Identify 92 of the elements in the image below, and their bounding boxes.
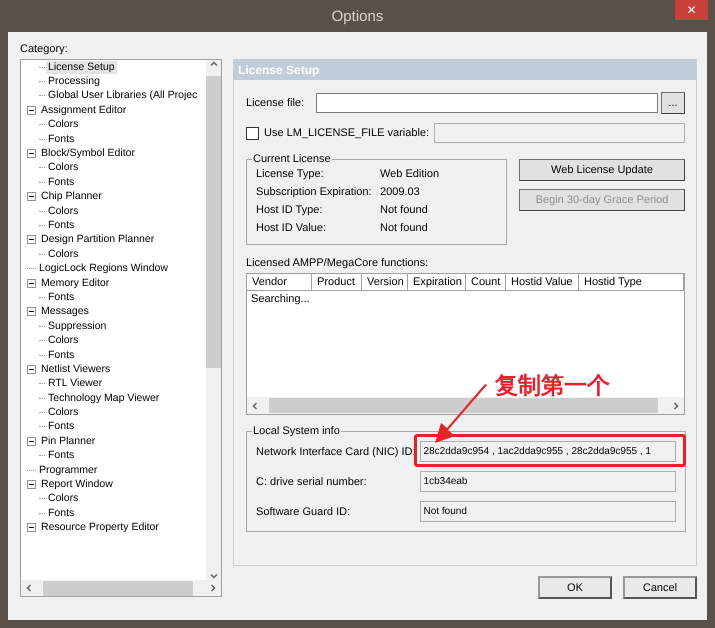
tree-item[interactable]: Fonts bbox=[46, 290, 76, 304]
tree-item[interactable]: Fonts bbox=[46, 218, 76, 232]
column-header[interactable]: Hostid Type bbox=[579, 274, 684, 291]
dialog-button[interactable]: OK bbox=[538, 576, 612, 599]
dialog-button[interactable]: Cancel bbox=[623, 576, 697, 599]
column-header[interactable]: Vendor bbox=[247, 274, 312, 291]
info-label: Host ID Type: bbox=[256, 204, 324, 216]
tree-item[interactable]: Colors bbox=[46, 248, 80, 261]
tree-item[interactable]: Fonts bbox=[46, 420, 76, 434]
vertical-scrollbar[interactable] bbox=[206, 60, 221, 580]
close-button[interactable]: ✕ bbox=[675, 0, 708, 20]
column-header[interactable]: Count bbox=[466, 274, 506, 291]
column-header[interactable]: Product bbox=[312, 274, 362, 291]
table-label: Licensed AMPP/MegaCore functions: bbox=[246, 257, 430, 269]
tree-item[interactable]: Memory Editor bbox=[39, 276, 112, 290]
tree-item[interactable]: Colors bbox=[46, 492, 80, 506]
info-field[interactable]: Not found bbox=[420, 501, 676, 522]
info-value: 2009.03 bbox=[380, 186, 421, 198]
info-value: Not found bbox=[380, 222, 429, 234]
tree-item[interactable]: Netlist Viewers bbox=[39, 362, 112, 376]
tree-item[interactable]: Colors bbox=[46, 204, 80, 218]
category-label: Category: bbox=[20, 42, 69, 57]
panel-title: License Setup bbox=[234, 60, 696, 80]
tree-item[interactable]: Colors bbox=[46, 118, 80, 132]
tree-item[interactable]: Resource Property Editor bbox=[39, 521, 161, 534]
info-label: Host ID Value: bbox=[256, 222, 328, 234]
scroll-right-icon[interactable] bbox=[209, 584, 217, 592]
tree-item[interactable]: Chip Planner bbox=[39, 190, 104, 204]
column-header[interactable]: Expiration bbox=[408, 274, 466, 291]
browse-button[interactable]: ... bbox=[661, 92, 685, 114]
tree-item[interactable]: Fonts bbox=[46, 348, 76, 362]
collapse-icon[interactable] bbox=[27, 149, 36, 158]
info-label: C: drive serial number: bbox=[256, 476, 368, 488]
collapse-icon[interactable] bbox=[27, 480, 36, 490]
checkbox-label: Use LM_LICENSE_FILE variable: bbox=[264, 127, 430, 139]
tree-item[interactable]: LogicLock Regions Window bbox=[37, 262, 170, 276]
tree-item[interactable]: Global User Libraries (All Projec bbox=[46, 89, 200, 102]
info-value: Not found bbox=[380, 204, 429, 216]
info-label: Software Guard ID: bbox=[256, 506, 352, 518]
collapse-icon[interactable] bbox=[27, 307, 36, 316]
license-button[interactable]: Web License Update bbox=[519, 159, 685, 181]
scroll-left-icon[interactable] bbox=[251, 402, 259, 410]
horizontal-scrollbar[interactable] bbox=[247, 397, 684, 414]
tree-item[interactable]: Colors bbox=[46, 406, 80, 420]
horizontal-scrollbar[interactable] bbox=[21, 580, 221, 596]
info-label: License Type: bbox=[256, 168, 325, 180]
tree-item[interactable]: Technology Map Viewer bbox=[46, 392, 162, 405]
info-field[interactable]: 28c2dda9c954 , 1ac2dda9c955 , 28c2dda9c955 , 1 bbox=[420, 441, 676, 462]
tree-item[interactable]: Fonts bbox=[46, 176, 76, 189]
tree-item[interactable]: Pin Planner bbox=[39, 434, 98, 448]
tree-item[interactable]: Messages bbox=[39, 305, 91, 318]
tree-item[interactable]: Fonts bbox=[46, 132, 76, 146]
tree-item[interactable]: Processing bbox=[46, 75, 102, 88]
info-label: Network Interface Card (NIC) ID: bbox=[256, 446, 416, 458]
status-text: Searching... bbox=[251, 293, 310, 305]
scroll-up-icon[interactable] bbox=[210, 60, 218, 68]
tree-item[interactable]: Programmer bbox=[37, 464, 100, 477]
info-label: Subscription Expiration: bbox=[256, 186, 373, 198]
scroll-right-icon[interactable] bbox=[672, 402, 680, 410]
column-header[interactable]: Hostid Value bbox=[506, 274, 579, 291]
tree-item[interactable]: Colors bbox=[46, 161, 80, 174]
tree-item[interactable]: Assignment Editor bbox=[39, 104, 128, 117]
collapse-icon[interactable] bbox=[27, 106, 36, 115]
annotation-text: 复制第一个 bbox=[495, 372, 610, 401]
collapse-icon[interactable] bbox=[27, 278, 36, 288]
window-title: Options bbox=[332, 8, 384, 24]
collapse-icon[interactable] bbox=[27, 192, 36, 202]
collapse-icon[interactable] bbox=[27, 235, 36, 244]
collapse-icon[interactable] bbox=[27, 523, 36, 532]
collapse-icon[interactable] bbox=[27, 364, 36, 374]
scroll-left-icon[interactable] bbox=[25, 584, 33, 592]
tree-item[interactable]: Block/Symbol Editor bbox=[39, 147, 137, 160]
tree-item[interactable]: Design Partition Planner bbox=[39, 233, 156, 246]
license-file-field[interactable] bbox=[316, 93, 658, 113]
column-header[interactable]: Version bbox=[362, 274, 408, 291]
tree-item[interactable]: Fonts bbox=[46, 449, 76, 462]
group-title: Current License bbox=[252, 153, 332, 165]
collapse-icon[interactable] bbox=[27, 436, 36, 446]
info-value: Web Edition bbox=[380, 168, 440, 180]
tree-item[interactable]: Suppression bbox=[46, 320, 108, 333]
license-variable-field[interactable] bbox=[434, 123, 685, 143]
group-title: Local System info bbox=[252, 425, 341, 437]
info-field[interactable]: 1cb34eab bbox=[420, 471, 676, 492]
tree-item[interactable]: Fonts bbox=[46, 506, 76, 520]
tree-item[interactable]: Colors bbox=[46, 334, 80, 348]
scroll-down-icon[interactable] bbox=[210, 572, 218, 580]
checkbox[interactable] bbox=[246, 126, 259, 140]
arrow-icon bbox=[434, 384, 488, 444]
tree-item[interactable]: License Setup bbox=[46, 60, 117, 74]
tree-item[interactable]: RTL Viewer bbox=[46, 377, 104, 390]
tree-item[interactable]: Report Window bbox=[39, 478, 115, 492]
field-label: License file: bbox=[246, 97, 304, 109]
